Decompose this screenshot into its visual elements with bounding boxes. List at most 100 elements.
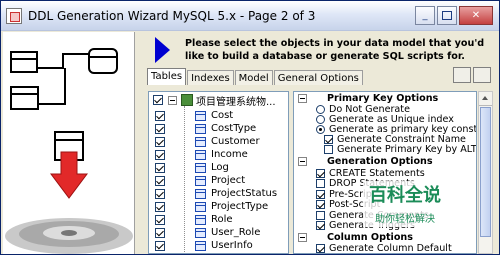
primary-key-group-row[interactable]: Primary Key Options [298,92,439,104]
tree-root[interactable]: 项目管理系统物... [153,94,276,108]
scrollbar-thumb[interactable] [480,107,491,237]
wizard-window: DDL Generation Wizard MySQL 5.x - Page 2… [0,0,500,255]
generation-checkbox[interactable] [316,210,325,220]
scroll-up-icon[interactable] [479,92,492,106]
panel-button-left[interactable] [453,67,471,83]
tree-expander-icon[interactable] [168,95,177,105]
table-icon [195,162,206,173]
table-checkbox[interactable] [155,214,165,225]
restore-button[interactable] [437,6,457,25]
column-checkbox[interactable] [316,243,325,253]
column-group-title: Column Options [327,231,413,243]
panel-button-right[interactable] [473,67,491,83]
pk-checkbox[interactable] [324,144,333,154]
table-row[interactable]: Role [149,213,288,226]
tables-tree: 项目管理系统物... Cost CostType Customer Income Log… [148,91,289,254]
instruction-text: Please select the objects in your data m… [185,38,485,62]
table-label: ProjectStatus [211,188,278,199]
pk-option-row[interactable]: Generate Primary Key by ALT... [324,144,476,155]
generation-checkbox[interactable] [316,189,325,199]
tab-model[interactable]: Model [234,70,273,85]
table-icon [195,123,206,134]
options-panel: Primary Key Options Do Not Generate Gener… [293,91,477,254]
table-row[interactable]: CostType [149,122,288,135]
tab-indexes[interactable]: Indexes [187,70,234,85]
pk-radio[interactable] [316,114,325,124]
generation-option-label: CREATE Statements [329,167,425,179]
instruction-header: Please select the objects in your data m… [141,37,496,67]
table-row[interactable]: ProjectType [149,200,288,213]
window-title: DDL Generation Wizard MySQL 5.x - Page 2… [28,8,316,23]
column-group-row[interactable]: Column Options [298,231,413,243]
generation-checkbox[interactable] [316,221,325,230]
table-checkbox[interactable] [155,175,165,186]
table-row[interactable]: Cost [149,109,288,122]
table-checkbox[interactable] [155,123,165,134]
table-icon [195,188,206,199]
table-checkbox[interactable] [155,136,165,147]
table-checkbox[interactable] [155,240,165,251]
pk-checkbox[interactable] [324,134,333,144]
watermark: 百科全说 助你轻松解决 [363,181,467,227]
table-checkbox[interactable] [155,110,165,121]
table-row[interactable]: User_Role [149,226,288,239]
column-option-row[interactable]: Generate Column Default [316,243,452,253]
table-label: Role [211,214,233,225]
column-option-label: Generate Column Default [329,242,452,254]
tab-tables[interactable]: Tables [147,68,187,85]
table-row[interactable]: Customer [149,135,288,148]
pk-option-row[interactable]: Generate as primary key constr... [316,124,476,135]
root-checkbox[interactable] [153,95,163,105]
app-icon [6,7,22,24]
generation-checkbox[interactable] [316,179,325,188]
table-checkbox[interactable] [155,149,165,160]
table-label: Income [211,149,248,160]
pk-option-row[interactable]: Do Not Generate [316,104,410,115]
options-scrollbar[interactable] [478,91,493,254]
table-row[interactable]: Income [149,148,288,161]
generation-checkbox[interactable] [316,200,325,209]
title-bar: DDL Generation Wizard MySQL 5.x - Page 2… [1,1,499,31]
table-checkbox[interactable] [155,188,165,199]
pk-radio[interactable] [316,124,325,134]
primary-key-group-title: Primary Key Options [327,92,439,104]
table-checkbox[interactable] [155,201,165,212]
table-icon [195,214,206,225]
generation-group-row[interactable]: Generation Options [298,155,433,167]
tab-general-options[interactable]: General Options [273,70,363,85]
database-icon [181,94,193,106]
table-label: Customer [211,136,260,147]
wizard-illustration [3,32,135,254]
generation-checkbox[interactable] [316,168,325,178]
table-row[interactable]: Log [149,161,288,174]
close-button[interactable]: ✕ [459,6,493,25]
table-row[interactable]: ProjectStatus [149,187,288,200]
table-icon [195,149,206,160]
table-label: ProjectType [211,201,269,212]
table-label: User_Role [211,227,261,238]
minimize-button[interactable]: _ [415,6,435,25]
group-collapse-icon[interactable] [298,232,307,242]
table-row[interactable]: UserInfo [149,239,288,252]
tree-root-label: 项目管理系统物... [196,96,276,108]
table-icon [195,227,206,238]
table-checkbox[interactable] [155,227,165,238]
table-checkbox[interactable] [155,162,165,173]
generation-group-title: Generation Options [327,155,433,167]
group-collapse-icon[interactable] [298,156,307,166]
generation-option-row[interactable]: CREATE Statements [316,167,425,179]
database-illustration-icon [3,32,134,254]
table-icon [195,110,206,121]
watermark-subtitle: 助你轻松解决 [375,214,435,225]
table-row[interactable]: Project [149,174,288,187]
pk-option-row[interactable]: Generate as Unique index [316,114,454,125]
panel-buttons [453,67,491,83]
table-label: Log [211,162,229,173]
pk-option-row[interactable]: Generate Constraint Name [324,134,466,145]
table-label: Cost [211,110,234,121]
group-collapse-icon[interactable] [298,93,307,103]
blue-arrow-icon [155,37,170,63]
table-icon [195,136,206,147]
table-icon [195,175,206,186]
pk-radio[interactable] [316,104,325,114]
